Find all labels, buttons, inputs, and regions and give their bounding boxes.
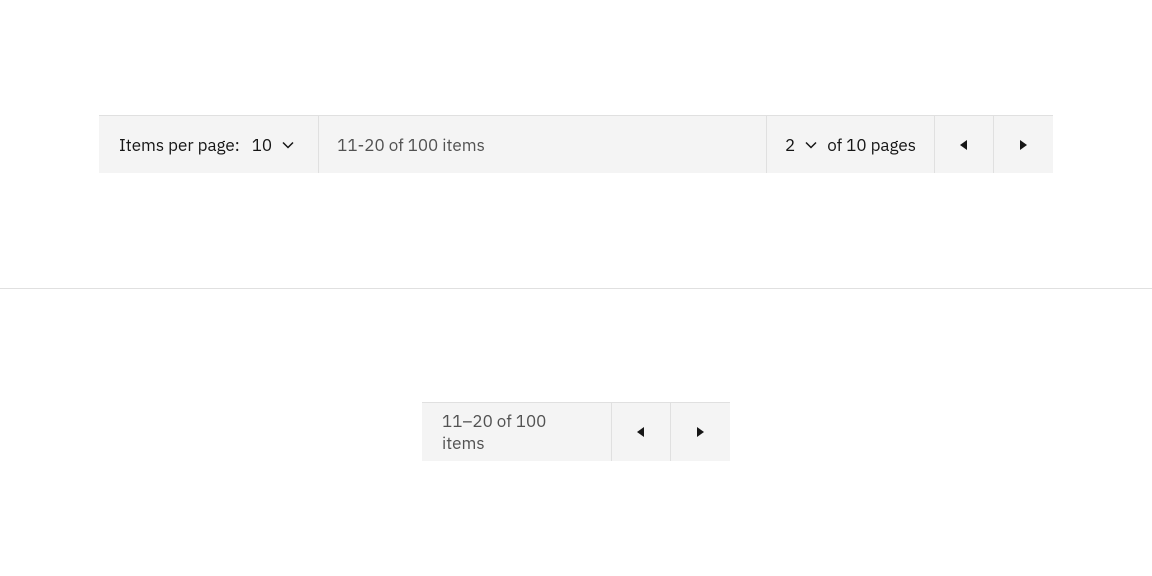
items-per-page-section: Items per page: 10 (99, 116, 319, 173)
pagination-mini: 11–20 of 100 items (422, 402, 730, 461)
mini-next-page-button[interactable] (671, 403, 730, 461)
caret-left-icon (960, 140, 968, 150)
page-select[interactable]: 2 (785, 134, 817, 156)
mini-item-range-text: 11–20 of 100 items (422, 403, 612, 461)
item-range-text: 11-20 of 100 items (319, 116, 767, 173)
caret-right-icon (697, 427, 705, 437)
page-section: 2 of 10 pages (767, 116, 935, 173)
items-per-page-label: Items per page: (119, 134, 240, 156)
caret-right-icon (1020, 140, 1028, 150)
chevron-down-icon (282, 141, 294, 149)
pagination-mini-container: 11–20 of 100 items (422, 402, 730, 461)
page-value: 2 (785, 134, 795, 156)
pagination-full-container: Items per page: 10 11-20 of 100 items 2 (99, 115, 1053, 173)
pagination-full: Items per page: 10 11-20 of 100 items 2 (99, 115, 1053, 173)
items-per-page-value: 10 (252, 134, 272, 156)
items-per-page-select[interactable]: 10 (248, 134, 298, 156)
caret-left-icon (637, 427, 645, 437)
section-divider (0, 288, 1152, 289)
next-page-button[interactable] (994, 116, 1053, 173)
previous-page-button[interactable] (935, 116, 994, 173)
mini-previous-page-button[interactable] (612, 403, 671, 461)
chevron-down-icon (805, 141, 817, 149)
page-of-label: of 10 pages (827, 134, 916, 156)
